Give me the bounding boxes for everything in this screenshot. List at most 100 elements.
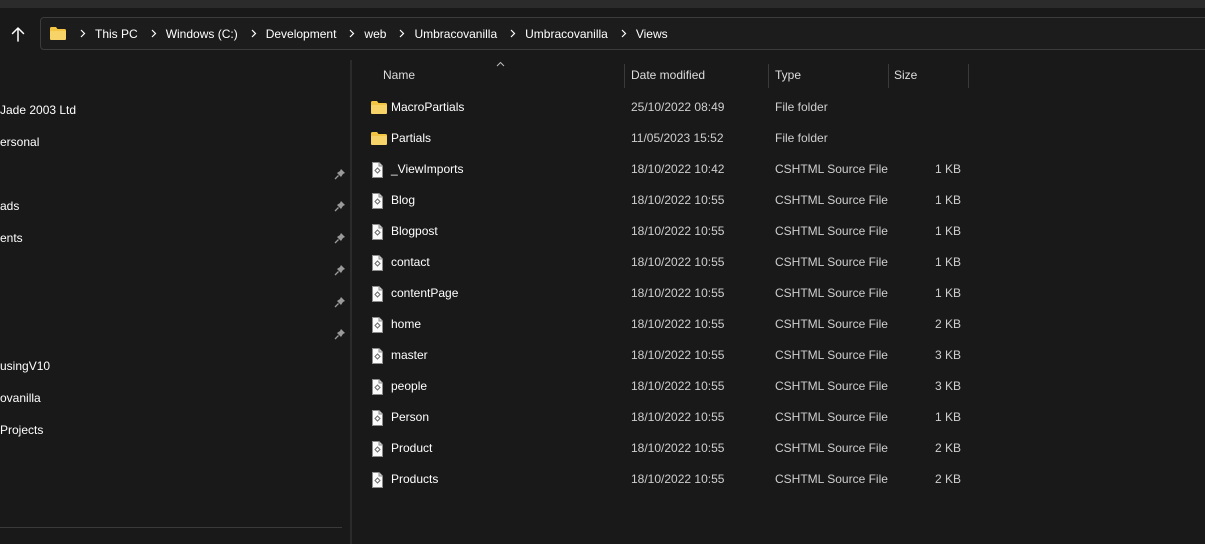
pin-icon <box>334 168 346 180</box>
chevron-right-icon[interactable] <box>151 29 157 38</box>
file-date-modified: 18/10/2022 10:55 <box>631 193 725 207</box>
breadcrumb-item[interactable]: Umbracovanilla <box>525 27 608 41</box>
column-divider[interactable] <box>888 64 889 88</box>
file-date-modified: 18/10/2022 10:55 <box>631 348 725 362</box>
file-type: CSHTML Source File <box>775 348 888 362</box>
chevron-right-icon[interactable] <box>621 29 627 38</box>
chevron-right-icon[interactable] <box>510 29 516 38</box>
file-row[interactable]: _ViewImports 18/10/2022 10:42 CSHTML Sourc… <box>352 154 1205 185</box>
file-row[interactable]: Partials 11/05/2023 15:52 File folder <box>352 123 1205 154</box>
file-size: 2 KB <box>934 472 961 486</box>
file-name: Blog <box>391 193 416 207</box>
file-type: CSHTML Source File <box>775 224 888 238</box>
column-header-name[interactable]: Name <box>383 60 415 90</box>
file-row[interactable]: MacroPartials 25/10/2022 08:49 File folder <box>352 92 1205 123</box>
file-row[interactable]: Blogpost 18/10/2022 10:55 CSHTML Source Fi… <box>352 216 1205 247</box>
pin-icon <box>334 328 346 340</box>
file-name: _ViewImports <box>391 162 464 176</box>
file-name: Person <box>391 410 430 424</box>
cshtml-file-icon <box>370 472 388 488</box>
breadcrumb-item[interactable]: Views <box>636 27 668 41</box>
nav-item[interactable]: usingV10 <box>0 356 50 376</box>
arrow-up-icon <box>11 27 25 42</box>
chevron-right-icon[interactable] <box>80 29 86 38</box>
pin-icon <box>334 200 346 212</box>
column-divider[interactable] <box>768 64 769 88</box>
breadcrumb-item[interactable]: web <box>364 27 386 41</box>
file-size: 1 KB <box>934 162 961 176</box>
folder-icon <box>370 100 388 116</box>
breadcrumb-item[interactable]: Umbracovanilla <box>414 27 497 41</box>
nav-item[interactable]: ovanilla <box>0 388 41 408</box>
file-type: CSHTML Source File <box>775 255 888 269</box>
file-row[interactable]: Person 18/10/2022 10:55 CSHTML Source File… <box>352 402 1205 433</box>
file-row[interactable]: contact 18/10/2022 10:55 CSHTML Source Fil… <box>352 247 1205 278</box>
file-type: File folder <box>775 131 828 145</box>
cshtml-file-icon <box>370 317 388 333</box>
breadcrumb-item[interactable]: This PC <box>95 27 138 41</box>
nav-divider <box>0 527 342 528</box>
file-type: File folder <box>775 100 828 114</box>
sort-ascending-icon <box>496 61 505 67</box>
file-row[interactable]: Product 18/10/2022 10:55 CSHTML Source Fil… <box>352 433 1205 464</box>
folder-icon <box>50 27 66 40</box>
folder-icon <box>370 131 388 147</box>
column-header-date[interactable]: Date modified <box>631 60 705 90</box>
nav-item[interactable]: Projects <box>0 420 43 440</box>
file-date-modified: 18/10/2022 10:55 <box>631 317 725 331</box>
file-name: people <box>391 379 428 393</box>
nav-item[interactable]: ents <box>0 228 23 248</box>
file-date-modified: 18/10/2022 10:55 <box>631 472 725 486</box>
file-type: CSHTML Source File <box>775 472 888 486</box>
cshtml-file-icon <box>370 255 388 271</box>
column-header-size[interactable]: Size <box>894 60 917 90</box>
file-date-modified: 18/10/2022 10:55 <box>631 441 725 455</box>
file-row[interactable]: Products 18/10/2022 10:55 CSHTML Source Fi… <box>352 464 1205 495</box>
pin-icon <box>334 232 346 244</box>
breadcrumb: This PC Windows (C:) Development web Umbraco… <box>67 27 668 41</box>
file-date-modified: 18/10/2022 10:55 <box>631 286 725 300</box>
file-size: 3 KB <box>934 348 961 362</box>
file-size: 2 KB <box>934 441 961 455</box>
file-row[interactable]: Blog 18/10/2022 10:55 CSHTML Source File 1 … <box>352 185 1205 216</box>
file-date-modified: 18/10/2022 10:55 <box>631 255 725 269</box>
title-strip <box>0 0 1205 8</box>
file-date-modified: 18/10/2022 10:55 <box>631 410 725 424</box>
up-button[interactable] <box>6 22 30 46</box>
column-header-type[interactable]: Type <box>775 60 801 90</box>
file-date-modified: 11/05/2023 15:52 <box>631 131 724 145</box>
pin-icon <box>334 264 346 276</box>
file-type: CSHTML Source File <box>775 410 888 424</box>
file-type: CSHTML Source File <box>775 286 888 300</box>
file-size: 1 KB <box>934 224 961 238</box>
cshtml-file-icon <box>370 348 388 364</box>
file-type: CSHTML Source File <box>775 441 888 455</box>
column-divider[interactable] <box>968 64 969 88</box>
file-row[interactable]: home 18/10/2022 10:55 CSHTML Source File 2 … <box>352 309 1205 340</box>
chevron-right-icon[interactable] <box>251 29 257 38</box>
file-size: 1 KB <box>934 255 961 269</box>
nav-item[interactable]: Jade 2003 Ltd <box>0 100 76 120</box>
breadcrumb-item[interactable]: Windows (C:) <box>166 27 238 41</box>
file-name: master <box>391 348 428 362</box>
breadcrumb-item[interactable]: Development <box>266 27 337 41</box>
file-name: contentPage <box>391 286 459 300</box>
nav-item[interactable]: ersonal <box>0 132 39 152</box>
file-type: CSHTML Source File <box>775 162 888 176</box>
file-type: CSHTML Source File <box>775 317 888 331</box>
chevron-right-icon[interactable] <box>349 29 355 38</box>
chevron-right-icon[interactable] <box>399 29 405 38</box>
column-divider[interactable] <box>624 64 625 88</box>
file-size: 1 KB <box>934 286 961 300</box>
column-header: Name Date modified Type Size <box>352 60 1205 90</box>
address-bar[interactable]: This PC Windows (C:) Development web Umbraco… <box>40 17 1205 50</box>
file-row[interactable]: master 18/10/2022 10:55 CSHTML Source File… <box>352 340 1205 371</box>
file-type: CSHTML Source File <box>775 193 888 207</box>
file-row[interactable]: people 18/10/2022 10:55 CSHTML Source File… <box>352 371 1205 402</box>
file-name: Products <box>391 472 439 486</box>
file-name: Product <box>391 441 433 455</box>
nav-item[interactable]: ads <box>0 196 19 216</box>
file-size: 2 KB <box>934 317 961 331</box>
cshtml-file-icon <box>370 286 388 302</box>
file-row[interactable]: contentPage 18/10/2022 10:55 CSHTML Source… <box>352 278 1205 309</box>
